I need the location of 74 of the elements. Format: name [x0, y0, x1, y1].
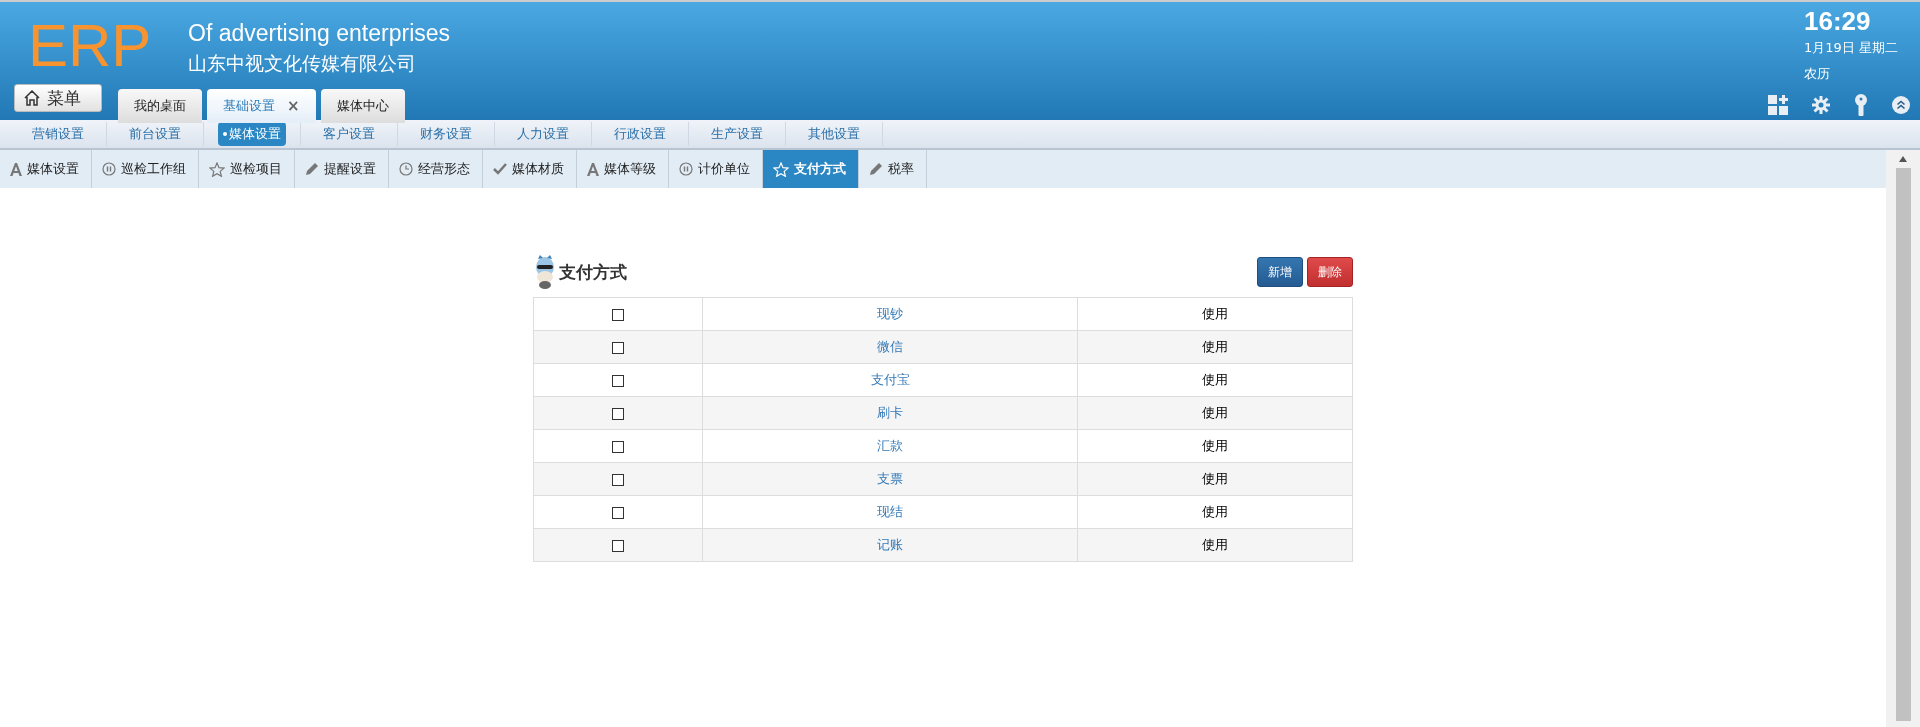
scrollbar[interactable]: [1886, 150, 1920, 727]
add-button[interactable]: 新增: [1257, 257, 1303, 287]
sub-tab[interactable]: 支付方式: [763, 150, 859, 188]
checkbox[interactable]: [612, 540, 624, 552]
nav-link[interactable]: 其他设置: [803, 122, 865, 146]
checkbox[interactable]: [612, 408, 624, 420]
tab[interactable]: 我的桌面: [118, 89, 202, 123]
checkbox[interactable]: [612, 309, 624, 321]
sub-tab[interactable]: 媒体设置: [0, 150, 92, 188]
status-cell: 使用: [1077, 429, 1353, 463]
app-subtitle: Of advertising enterprises: [188, 20, 451, 47]
star-icon: [773, 161, 789, 177]
nav-link[interactable]: 财务设置: [415, 122, 477, 146]
payment-method-link[interactable]: 现结: [877, 504, 903, 519]
checkbox[interactable]: [612, 441, 624, 453]
clock-date: 1月19日 星期二: [1804, 39, 1899, 57]
logo: ERP: [28, 16, 152, 76]
sub-tab[interactable]: 巡检工作组: [92, 150, 199, 188]
delete-button[interactable]: 删除: [1307, 257, 1353, 287]
sub-tab[interactable]: 巡检项目: [199, 150, 295, 188]
checkbox[interactable]: [612, 507, 624, 519]
payment-method-link[interactable]: 记账: [877, 537, 903, 552]
panel-title: 支付方式: [559, 260, 627, 284]
payment-method-link[interactable]: 微信: [877, 339, 903, 354]
status-cell: 使用: [1077, 330, 1353, 364]
pause-circle-icon: [679, 162, 693, 176]
menu-button[interactable]: 菜单: [14, 84, 102, 112]
sub-tab[interactable]: 税率: [859, 150, 927, 188]
status-cell: 使用: [1077, 297, 1353, 331]
payment-method-link[interactable]: 刷卡: [877, 405, 903, 420]
letter-a-icon: [587, 162, 599, 176]
home-icon: [23, 89, 41, 107]
clock-time: 16:29: [1804, 6, 1872, 37]
status-cell: 使用: [1077, 495, 1353, 529]
letter-a-icon: [10, 162, 22, 176]
pause-circle-icon: [102, 162, 116, 176]
nav-link[interactable]: 行政设置: [609, 122, 671, 146]
clock-icon: [399, 162, 413, 176]
close-icon[interactable]: ×: [287, 97, 300, 115]
sub-tab[interactable]: 媒体材质: [483, 150, 577, 188]
check-icon: [493, 163, 507, 175]
checkbox[interactable]: [612, 342, 624, 354]
pencil-icon: [305, 162, 319, 176]
status-cell: 使用: [1077, 396, 1353, 430]
sub-tab[interactable]: 提醒设置: [295, 150, 389, 188]
nav-link[interactable]: 客户设置: [318, 122, 380, 146]
payment-method-link[interactable]: 现钞: [877, 306, 903, 321]
payment-method-link[interactable]: 支付宝: [870, 372, 910, 387]
payment-method-link[interactable]: 汇款: [877, 438, 903, 453]
sub-tab[interactable]: 经营形态: [389, 150, 483, 188]
tab[interactable]: 媒体中心: [320, 89, 405, 123]
add-grid-icon[interactable]: [1768, 95, 1788, 115]
scroll-up-icon: [1899, 156, 1907, 162]
lunar-calendar-label: 农历: [1804, 65, 1831, 83]
checkbox[interactable]: [612, 474, 624, 486]
tab[interactable]: 基础设置 ×: [207, 89, 316, 123]
payment-method-link[interactable]: 支票: [877, 471, 903, 486]
nav-link[interactable]: 人力设置: [512, 122, 574, 146]
sub-tab[interactable]: 媒体等级: [577, 150, 669, 188]
pencil-icon: [869, 162, 883, 176]
collapse-icon[interactable]: [1892, 96, 1910, 114]
settings-icon[interactable]: [1812, 96, 1830, 114]
nav-link[interactable]: 生产设置: [706, 122, 768, 146]
nav-link[interactable]: 前台设置: [124, 122, 186, 146]
checkbox[interactable]: [612, 375, 624, 387]
star-icon: [209, 161, 225, 177]
company-name: 山东中视文化传媒有限公司: [188, 51, 417, 76]
nav-link[interactable]: 营销设置: [27, 122, 89, 146]
cartoon-mascot-icon: [533, 255, 557, 289]
status-cell: 使用: [1077, 363, 1353, 397]
key-icon[interactable]: [1854, 94, 1868, 116]
nav-link[interactable]: 媒体设置: [218, 122, 286, 146]
status-cell: 使用: [1077, 528, 1353, 562]
status-cell: 使用: [1077, 462, 1353, 496]
